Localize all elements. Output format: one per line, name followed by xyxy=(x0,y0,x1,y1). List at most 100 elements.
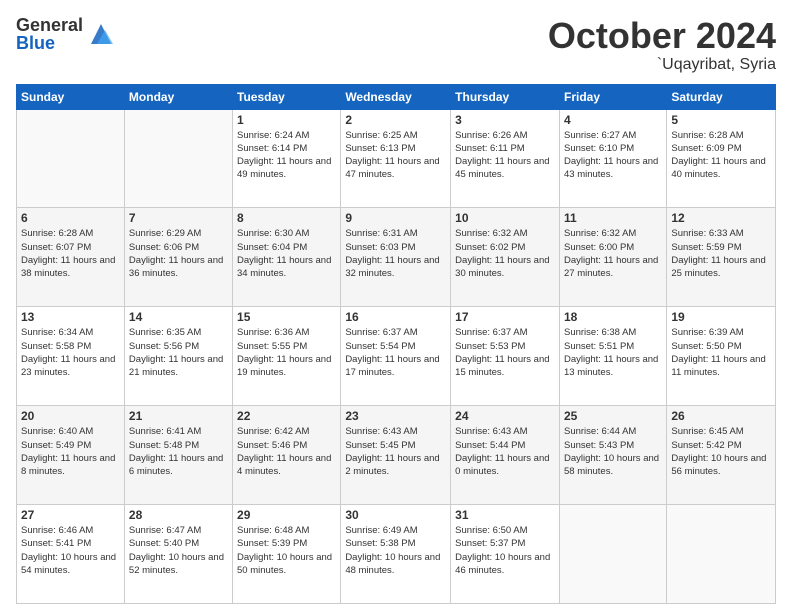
day-number: 2 xyxy=(345,113,446,127)
sunrise-time: Sunrise: 6:50 AM xyxy=(455,525,527,536)
days-header-row: Sunday Monday Tuesday Wednesday Thursday… xyxy=(17,84,776,109)
sunrise-time: Sunrise: 6:41 AM xyxy=(129,426,201,437)
day-cell: 19Sunrise: 6:39 AMSunset: 5:50 PMDayligh… xyxy=(667,307,776,406)
sunrise-time: Sunrise: 6:39 AM xyxy=(671,327,743,338)
daylight-hours: Daylight: 11 hours and 47 minutes. xyxy=(345,156,439,180)
header-wednesday: Wednesday xyxy=(341,84,451,109)
sunrise-time: Sunrise: 6:36 AM xyxy=(237,327,309,338)
day-info: Sunrise: 6:50 AM Sunset: 5:37 PM Daylight:… xyxy=(455,524,555,577)
day-number: 17 xyxy=(455,310,555,324)
header-saturday: Saturday xyxy=(667,84,776,109)
day-info: Sunrise: 6:25 AM Sunset: 6:13 PM Daylight:… xyxy=(345,129,446,182)
sunset-time: Sunset: 5:59 PM xyxy=(671,242,741,253)
day-info: Sunrise: 6:45 AMSunset: 5:42 PMDaylight:… xyxy=(671,425,771,478)
sunrise-time: Sunrise: 6:26 AM xyxy=(455,130,527,141)
day-cell: 14 Sunrise: 6:35 AM Sunset: 5:56 PM Dayligh… xyxy=(124,307,232,406)
day-info: Sunrise: 6:46 AMSunset: 5:41 PMDaylight:… xyxy=(21,524,120,577)
daylight-hours: Daylight: 11 hours and 23 minutes. xyxy=(21,354,115,378)
day-number: 22 xyxy=(237,409,336,423)
header-monday: Monday xyxy=(124,84,232,109)
sunrise-time: Sunrise: 6:28 AM xyxy=(671,130,743,141)
sunset-time: Sunset: 5:42 PM xyxy=(671,440,741,451)
sunrise-time: Sunrise: 6:42 AM xyxy=(237,426,309,437)
day-number: 25 xyxy=(564,409,662,423)
day-info: Sunrise: 6:38 AMSunset: 5:51 PMDaylight:… xyxy=(564,326,662,379)
calendar: Sunday Monday Tuesday Wednesday Thursday… xyxy=(16,84,776,604)
daylight-hours: Daylight: 11 hours and 21 minutes. xyxy=(129,354,223,378)
day-info: Sunrise: 6:29 AMSunset: 6:06 PMDaylight:… xyxy=(129,227,228,280)
day-info: Sunrise: 6:34 AMSunset: 5:58 PMDaylight:… xyxy=(21,326,120,379)
sunset-time: Sunset: 5:46 PM xyxy=(237,440,307,451)
daylight-hours: Daylight: 11 hours and 4 minutes. xyxy=(237,453,331,477)
day-info: Sunrise: 6:33 AMSunset: 5:59 PMDaylight:… xyxy=(671,227,771,280)
sunrise-time: Sunrise: 6:35 AM xyxy=(129,327,201,338)
day-info: Sunrise: 6:43 AMSunset: 5:44 PMDaylight:… xyxy=(455,425,555,478)
sunset-time: Sunset: 5:53 PM xyxy=(455,341,525,352)
sunset-time: Sunset: 5:41 PM xyxy=(21,538,91,549)
week-row-4: 20Sunrise: 6:40 AMSunset: 5:49 PMDayligh… xyxy=(17,406,776,505)
day-cell: 17Sunrise: 6:37 AMSunset: 5:53 PMDayligh… xyxy=(451,307,560,406)
sunset-time: Sunset: 6:02 PM xyxy=(455,242,525,253)
day-info: Sunrise: 6:43 AMSunset: 5:45 PMDaylight:… xyxy=(345,425,446,478)
daylight-hours: Daylight: 11 hours and 2 minutes. xyxy=(345,453,439,477)
day-info: Sunrise: 6:28 AMSunset: 6:07 PMDaylight:… xyxy=(21,227,120,280)
day-info: Sunrise: 6:42 AM Sunset: 5:46 PM Daylight:… xyxy=(237,425,336,478)
day-cell: 5Sunrise: 6:28 AMSunset: 6:09 PMDaylight… xyxy=(667,109,776,208)
day-number: 4 xyxy=(564,113,662,127)
day-info: Sunrise: 6:39 AM Sunset: 5:50 PM Daylight:… xyxy=(671,326,771,379)
day-info: Sunrise: 6:44 AMSunset: 5:43 PMDaylight:… xyxy=(564,425,662,478)
sunset-time: Sunset: 5:56 PM xyxy=(129,341,199,352)
daylight-hours: Daylight: 11 hours and 32 minutes. xyxy=(345,255,439,279)
daylight-hours: Daylight: 11 hours and 6 minutes. xyxy=(129,453,223,477)
sunset-time: Sunset: 5:55 PM xyxy=(237,341,307,352)
daylight-hours: Daylight: 10 hours and 52 minutes. xyxy=(129,552,224,576)
day-info: Sunrise: 6:36 AMSunset: 5:55 PMDaylight:… xyxy=(237,326,336,379)
location: `Uqayribat, Syria xyxy=(548,56,776,74)
sunrise-time: Sunrise: 6:33 AM xyxy=(671,228,743,239)
sunrise-time: Sunrise: 6:47 AM xyxy=(129,525,201,536)
day-number: 1 xyxy=(237,113,336,127)
daylight-hours: Daylight: 11 hours and 27 minutes. xyxy=(564,255,658,279)
calendar-table: Sunday Monday Tuesday Wednesday Thursday… xyxy=(16,84,776,604)
daylight-hours: Daylight: 10 hours and 46 minutes. xyxy=(455,552,550,576)
day-cell: 23Sunrise: 6:43 AMSunset: 5:45 PMDayligh… xyxy=(341,406,451,505)
daylight-hours: Daylight: 11 hours and 36 minutes. xyxy=(129,255,223,279)
day-cell xyxy=(559,505,666,604)
day-info: Sunrise: 6:24 AMSunset: 6:14 PMDaylight:… xyxy=(237,129,336,182)
header-sunday: Sunday xyxy=(17,84,125,109)
logo: General Blue xyxy=(16,16,115,52)
day-cell: 22 Sunrise: 6:42 AM Sunset: 5:46 PM Dayligh… xyxy=(233,406,341,505)
sunset-time: Sunset: 6:13 PM xyxy=(345,143,415,154)
daylight-hours: Daylight: 10 hours and 50 minutes. xyxy=(237,552,332,576)
sunset-time: Sunset: 5:58 PM xyxy=(21,341,91,352)
sunrise-time: Sunrise: 6:37 AM xyxy=(455,327,527,338)
day-cell: 12Sunrise: 6:33 AMSunset: 5:59 PMDayligh… xyxy=(667,208,776,307)
sunset-time: Sunset: 6:04 PM xyxy=(237,242,307,253)
daylight-hours: Daylight: 11 hours and 11 minutes. xyxy=(671,354,765,378)
day-cell xyxy=(17,109,125,208)
day-cell: 11Sunrise: 6:32 AMSunset: 6:00 PMDayligh… xyxy=(559,208,666,307)
sunrise-time: Sunrise: 6:24 AM xyxy=(237,130,309,141)
logo-general: General xyxy=(16,16,83,34)
daylight-hours: Daylight: 10 hours and 48 minutes. xyxy=(345,552,440,576)
daylight-hours: Daylight: 11 hours and 13 minutes. xyxy=(564,354,658,378)
sunrise-time: Sunrise: 6:25 AM xyxy=(345,130,417,141)
day-cell: 20Sunrise: 6:40 AMSunset: 5:49 PMDayligh… xyxy=(17,406,125,505)
day-info: Sunrise: 6:28 AMSunset: 6:09 PMDaylight:… xyxy=(671,129,771,182)
day-number: 27 xyxy=(21,508,120,522)
daylight-hours: Daylight: 11 hours and 17 minutes. xyxy=(345,354,439,378)
daylight-hours: Daylight: 11 hours and 49 minutes. xyxy=(237,156,331,180)
sunrise-time: Sunrise: 6:30 AM xyxy=(237,228,309,239)
sunset-time: Sunset: 5:50 PM xyxy=(671,341,741,352)
header-thursday: Thursday xyxy=(451,84,560,109)
day-info: Sunrise: 6:37 AMSunset: 5:53 PMDaylight:… xyxy=(455,326,555,379)
day-number: 20 xyxy=(21,409,120,423)
day-number: 3 xyxy=(455,113,555,127)
day-info: Sunrise: 6:49 AMSunset: 5:38 PMDaylight:… xyxy=(345,524,446,577)
sunset-time: Sunset: 6:09 PM xyxy=(671,143,741,154)
sunset-time: Sunset: 5:37 PM xyxy=(455,538,525,549)
daylight-hours: Daylight: 11 hours and 30 minutes. xyxy=(455,255,549,279)
daylight-hours: Daylight: 11 hours and 45 minutes. xyxy=(455,156,549,180)
sunset-time: Sunset: 6:00 PM xyxy=(564,242,634,253)
day-number: 14 xyxy=(129,310,228,324)
